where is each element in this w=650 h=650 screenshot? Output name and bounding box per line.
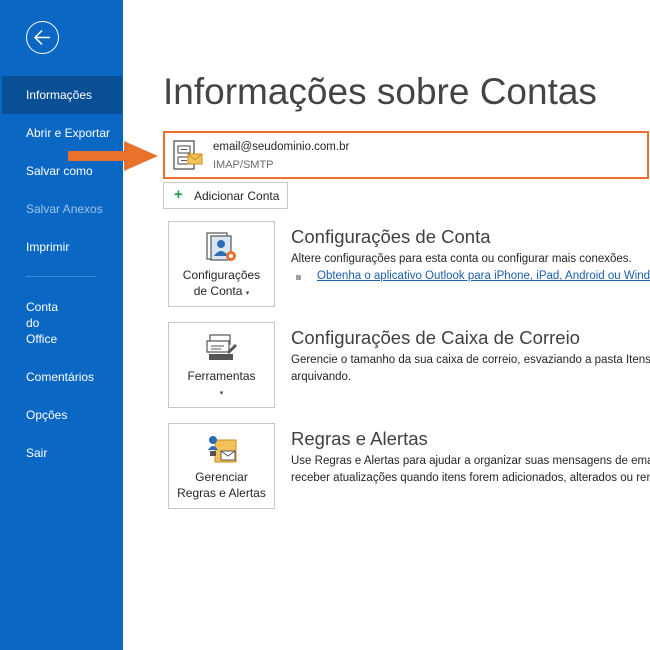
rules-alerts-description-line2: receber atualizações quando itens forem … [291,472,650,484]
nav-item-conta-office[interactable]: Conta do Office [0,299,123,347]
plus-icon: + [174,186,183,203]
rules-alerts-description-line1: Use Regras e Alertas para ajudar a organ… [291,455,650,467]
outlook-app-link[interactable]: Obtenha o aplicativo Outlook para iPhone… [317,270,650,282]
tools-mailbox-icon [206,334,237,360]
nav-item-opcoes[interactable]: Opções [0,407,123,423]
account-settings-title: Configurações de Conta [291,226,491,247]
sidebar-divider [26,276,96,277]
tools-caret-icon: ▾ [219,390,224,397]
add-account-button[interactable]: + Adicionar Conta [163,182,288,209]
page-title: Informações sobre Contas [163,71,597,112]
backstage-sidebar: Informações Abrir e Exportar Salvar como… [0,0,123,650]
mailbox-settings-description-line2: arquivando. [291,371,352,383]
orange-arrow-icon [68,141,158,171]
manage-rules-label: Gerenciar Regras e Alertas [177,470,266,500]
nav-item-comentarios[interactable]: Comentários [0,369,123,385]
add-account-label: Adicionar Conta [194,189,280,203]
tools-button[interactable]: Ferramentas ▾ [168,322,275,408]
account-type: IMAP/SMTP [213,159,274,171]
account-selector[interactable]: email@seudominio.com.br IMAP/SMTP [163,131,649,179]
account-settings-description: Altere configurações para esta conta ou … [291,253,632,265]
tools-label: Ferramentas [187,369,256,383]
nav-item-salvar-anexos: Salvar Anexos [26,202,103,216]
mailbox-settings-description-line1: Gerencie o tamanho da sua caixa de corre… [291,354,650,366]
manage-rules-button[interactable]: Gerenciar Regras e Alertas [168,423,275,509]
nav-item-abrir-exportar[interactable]: Abrir e Exportar [0,125,123,141]
nav-item-informacoes[interactable]: Informações [2,76,122,114]
account-email: email@seudominio.com.br [213,141,350,153]
rules-alerts-icon [208,436,237,463]
rules-alerts-title: Regras e Alertas [291,428,428,449]
nav-item-imprimir[interactable]: Imprimir [0,239,123,255]
account-mail-icon [173,140,203,170]
account-settings-button[interactable]: Configurações de Conta ▾ [168,221,275,307]
back-arrow-icon [33,29,50,46]
bullet-icon [296,275,301,280]
mailbox-settings-title: Configurações de Caixa de Correio [291,327,580,348]
account-settings-label: Configurações de Conta ▾ [182,268,261,298]
back-button[interactable] [26,21,59,54]
account-settings-icon [206,232,236,261]
nav-item-sair[interactable]: Sair [0,445,123,461]
